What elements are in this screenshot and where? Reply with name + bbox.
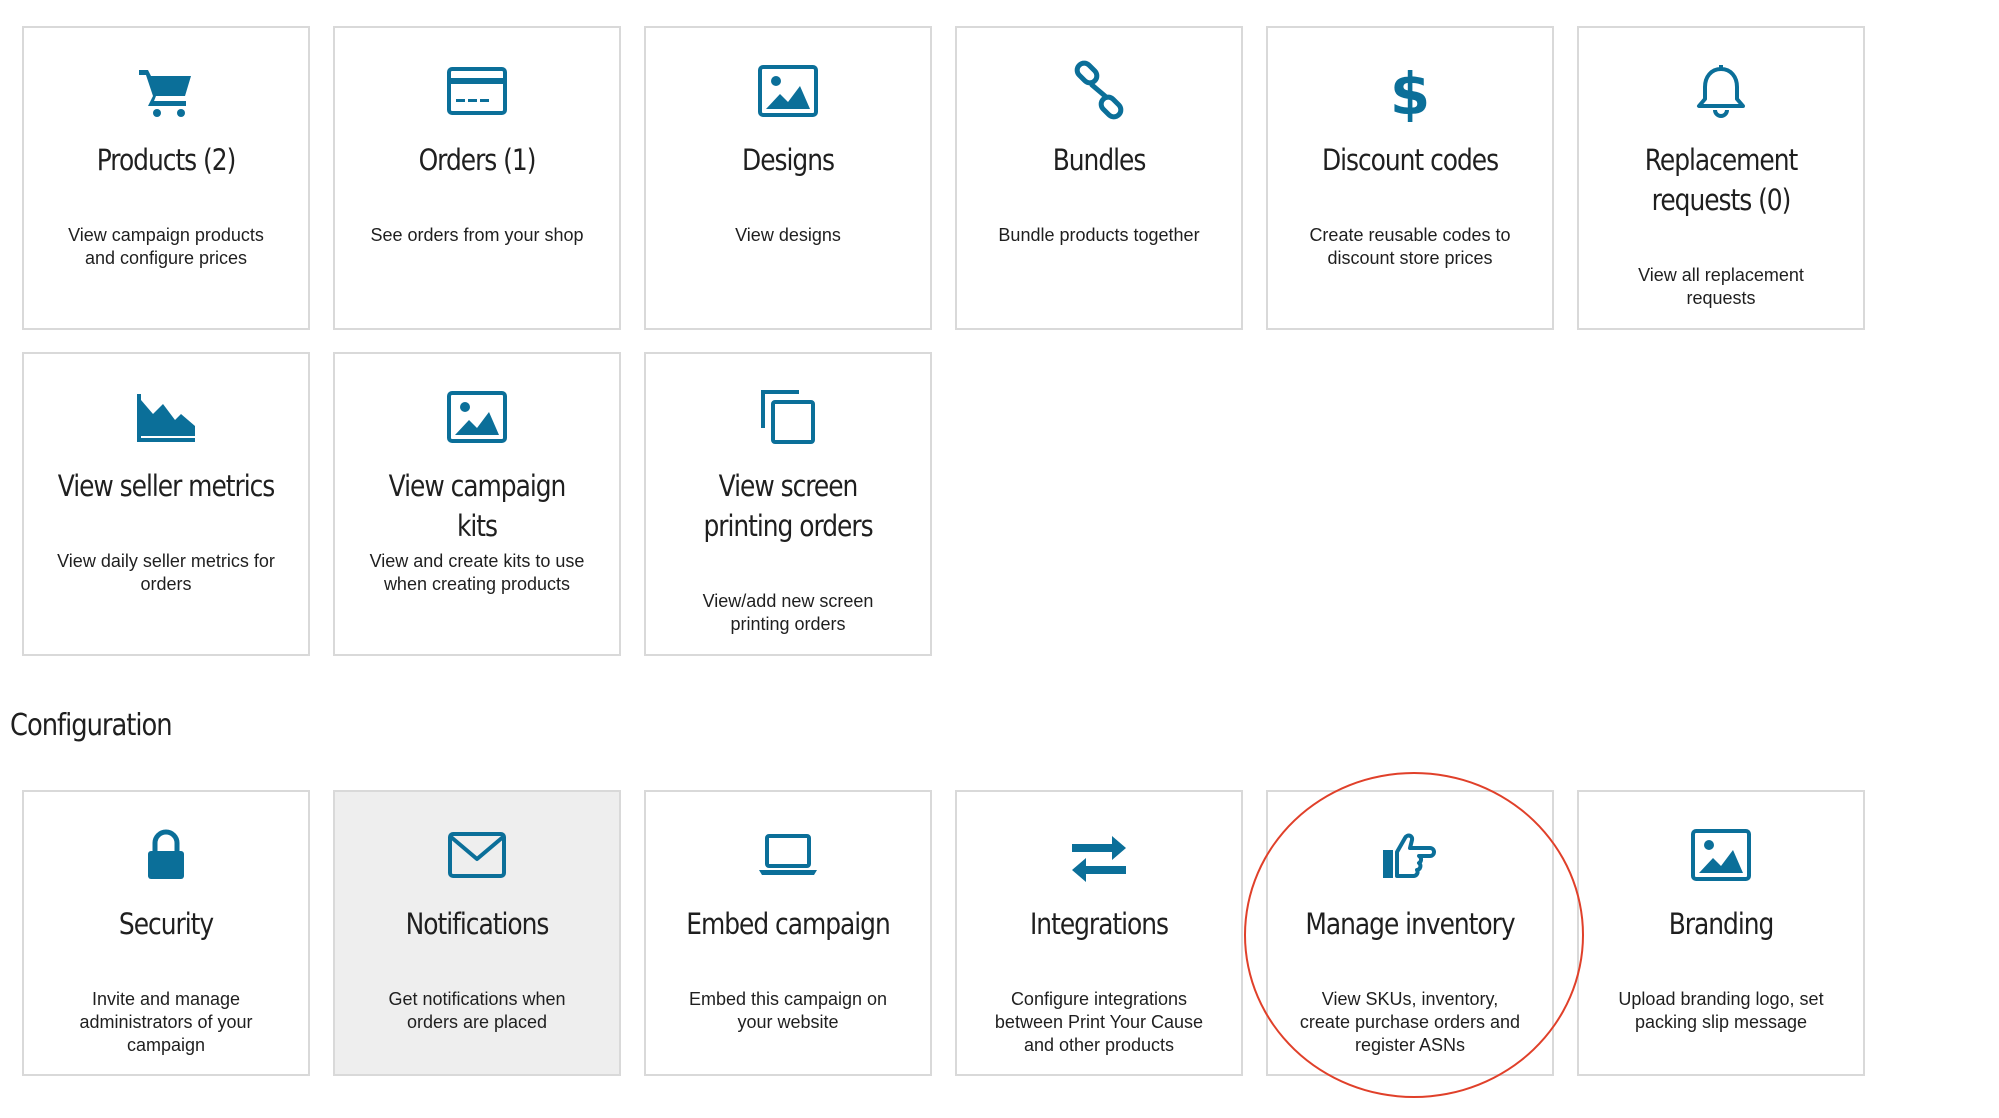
card-description: View and create kits to use when creatin… [369,551,585,594]
card-description: View designs [735,225,841,245]
card-notifications[interactable]: Notifications Get notifications when ord… [333,790,621,1076]
card-title: Products (2) [96,143,237,177]
card-description: View/add new screen printing orders [702,591,874,634]
card-description: Bundle products together [998,225,1200,245]
card-title: Discount codes [1321,143,1499,177]
exchange-icon [957,824,1241,886]
card-manage-inventory[interactable]: Manage inventory View SKUs, inventory, c… [1266,790,1554,1076]
image-icon [1579,824,1863,886]
cart-icon [24,60,308,122]
card-security[interactable]: Security Invite and manage administrator… [22,790,310,1076]
card-description: View all replacement requests [1638,265,1804,308]
card-title: Notifications [405,907,550,941]
card-title: View screen printing orders [703,469,873,543]
card-integrations[interactable]: Integrations Configure integrations betw… [955,790,1243,1076]
card-seller-metrics[interactable]: View seller metrics View daily seller me… [22,352,310,656]
image-icon [646,60,930,122]
card-screen-printing-orders[interactable]: View screen printing orders View/add new… [644,352,932,656]
card-title: Orders (1) [418,143,537,177]
card-description: See orders from your shop [370,225,584,245]
area-chart-icon [24,386,308,448]
bell-icon [1579,60,1863,122]
card-products[interactable]: Products (2) View campaign products and … [22,26,310,330]
section-title-configuration: Configuration [10,708,173,743]
card-designs[interactable]: Designs View designs [644,26,932,330]
card-title: Manage inventory [1305,907,1515,941]
dollar-icon: $ [1268,60,1552,122]
card-title: Bundles [1052,143,1147,177]
card-title: Security [118,907,214,941]
card-discount-codes[interactable]: $ Discount codes Create reusable codes t… [1266,26,1554,330]
card-description: Invite and manage administrators of your… [79,989,253,1055]
card-title: Integrations [1029,907,1169,941]
card-title: Replacement requests (0) [1644,143,1799,217]
lock-icon [24,824,308,886]
card-replacement-requests[interactable]: Replacement requests (0) View all replac… [1577,26,1865,330]
card-title: Designs [742,143,835,177]
card-description: Upload branding logo, set packing slip m… [1618,989,1824,1032]
envelope-icon [335,824,619,886]
card-title: View seller metrics [57,469,276,503]
laptop-icon [646,824,930,886]
card-campaign-kits[interactable]: View campaign kits View and create kits … [333,352,621,656]
link-icon [957,60,1241,122]
card-bundles[interactable]: Bundles Bundle products together [955,26,1243,330]
card-title: View campaign kits [388,469,567,543]
card-branding[interactable]: Branding Upload branding logo, set packi… [1577,790,1865,1076]
card-embed-campaign[interactable]: Embed campaign Embed this campaign on yo… [644,790,932,1076]
card-title: Branding [1668,907,1775,941]
card-description: View campaign products and configure pri… [68,225,264,268]
card-description: Embed this campaign on your website [688,989,888,1032]
card-title: Embed campaign [686,907,891,941]
card-description: Configure integrations between Print You… [994,989,1204,1055]
card-description: Create reusable codes to discount store … [1309,225,1511,268]
card-description: View SKUs, inventory, create purchase or… [1299,989,1521,1055]
credit-card-icon [335,60,619,122]
card-description: View daily seller metrics for orders [57,551,275,594]
hand-pointing-icon [1268,824,1552,886]
svg-text:$: $ [1390,60,1430,122]
image-icon [335,386,619,448]
copy-icon [646,386,930,448]
card-orders[interactable]: Orders (1) See orders from your shop [333,26,621,330]
card-description: Get notifications when orders are placed [388,989,566,1032]
